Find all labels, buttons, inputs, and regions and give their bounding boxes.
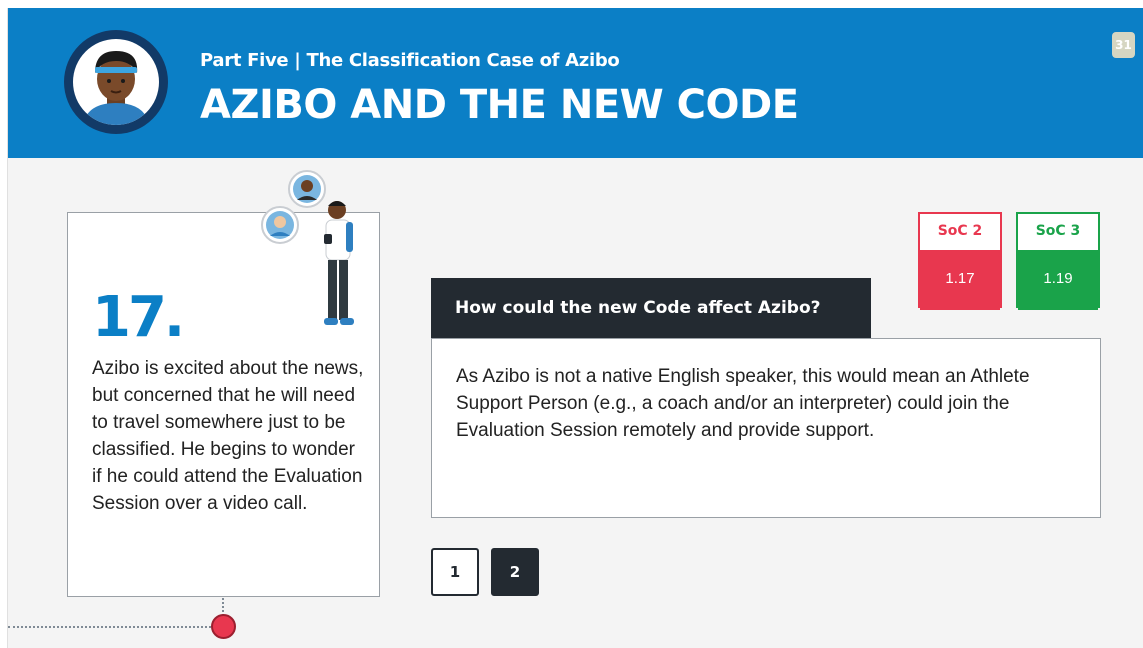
soc-label: SoC 3 [1018, 214, 1098, 250]
soc-2-card: SoC 2 1.17 [918, 212, 1002, 310]
page-1-button[interactable]: 1 [431, 548, 479, 596]
answer-text: As Azibo is not a native English speaker… [431, 338, 1101, 518]
slide: Part Five | The Classification Case of A… [7, 8, 1143, 648]
header-banner: Part Five | The Classification Case of A… [8, 8, 1143, 158]
soc-value: 1.17 [920, 250, 1000, 310]
athlete-on-phone-illustration [258, 168, 368, 343]
page-number-badge: 31 [1112, 32, 1135, 58]
part-subtitle: Part Five | The Classification Case of A… [200, 50, 620, 71]
timeline-line [8, 626, 223, 628]
soc-value: 1.19 [1018, 250, 1098, 310]
step-number: 17. [92, 285, 185, 350]
story-text: Azibo is excited about the news, but con… [92, 358, 364, 514]
soc-label: SoC 2 [920, 214, 1000, 250]
timeline-node [211, 614, 236, 639]
page-2-button[interactable]: 2 [491, 548, 539, 596]
page-title: AZIBO AND THE NEW CODE [200, 82, 799, 128]
soc-3-card: SoC 3 1.19 [1016, 212, 1100, 310]
question-heading: How could the new Code affect Azibo? [431, 278, 871, 338]
athlete-avatar-icon [64, 30, 168, 134]
